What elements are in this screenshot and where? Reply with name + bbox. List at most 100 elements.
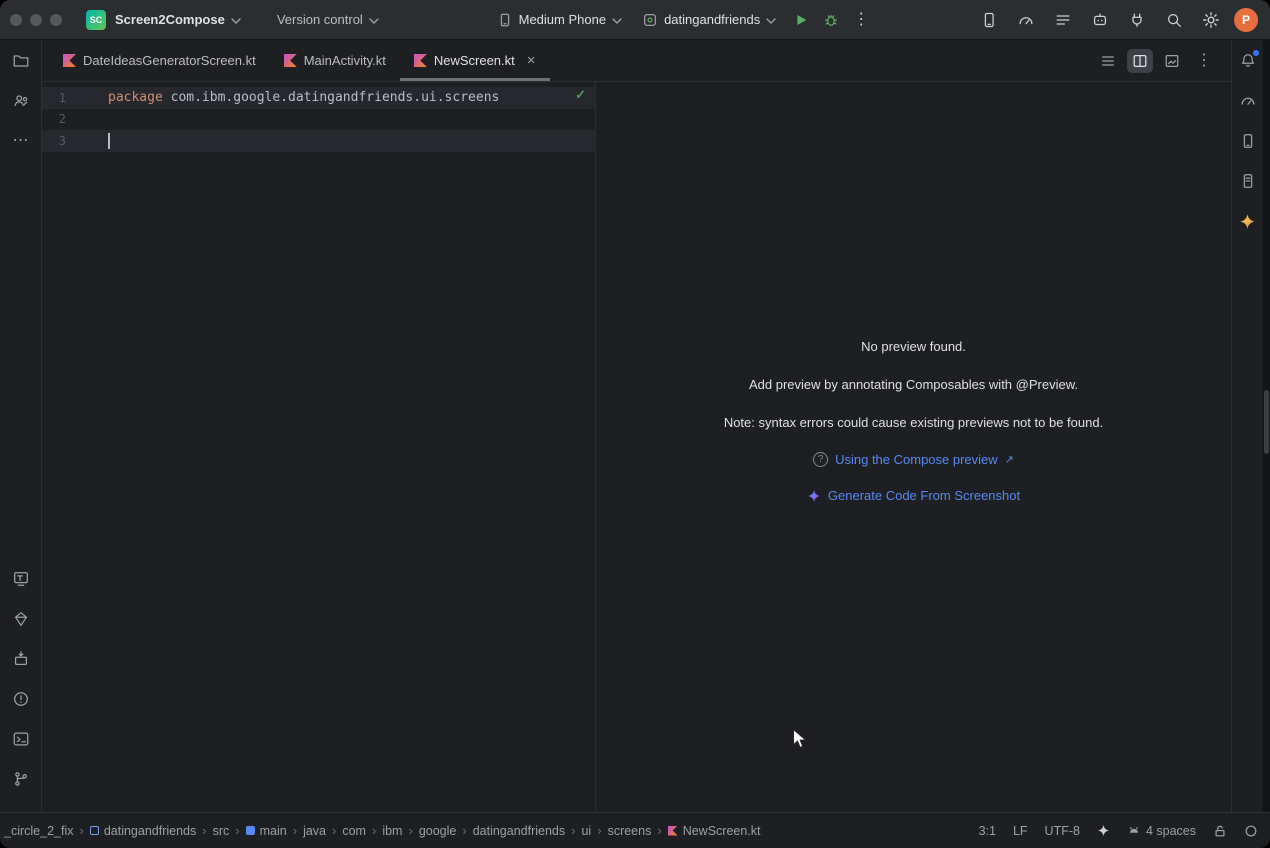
device-explorer-icon[interactable] xyxy=(1235,168,1261,194)
build-box-icon[interactable] xyxy=(8,646,34,672)
ide-window: SC Screen2Compose Version control Medium… xyxy=(0,0,1270,848)
scrollbar-thumb[interactable] xyxy=(1264,390,1269,454)
preview-empty-title: No preview found. xyxy=(596,338,1231,355)
tab-label: DateIdeasGeneratorScreen.kt xyxy=(83,53,256,68)
line-number: 1 xyxy=(42,91,66,105)
version-control-menu[interactable]: Version control xyxy=(268,7,388,32)
right-tool-stripe xyxy=(1231,40,1263,812)
line-separator-widget[interactable]: LF xyxy=(1013,824,1028,838)
chevron-separator-icon: › xyxy=(78,823,84,838)
design-view-icon[interactable] xyxy=(1159,49,1185,73)
git-branch-icon[interactable] xyxy=(8,766,34,792)
editor-view-modes: ⋮ xyxy=(1095,40,1231,81)
text-caret xyxy=(108,133,110,149)
run-button[interactable] xyxy=(787,6,815,34)
breadcrumb-item[interactable]: screens xyxy=(608,824,652,838)
code-line-current: 3 xyxy=(42,130,595,152)
kotlin-file-icon xyxy=(414,54,427,67)
editor-more-icon[interactable]: ⋮ xyxy=(1191,49,1217,73)
close-window-button[interactable] xyxy=(10,14,22,26)
preview-empty-hint: Add preview by annotating Composables wi… xyxy=(596,376,1231,393)
debug-button[interactable] xyxy=(817,6,845,34)
window-scrollbar[interactable] xyxy=(1263,40,1270,812)
encoding-widget[interactable]: UTF-8 xyxy=(1045,824,1080,838)
breadcrumb-item[interactable]: java xyxy=(303,824,326,838)
indent-widget[interactable]: 4 spaces xyxy=(1127,824,1196,838)
more-actions-button[interactable]: ⋮ xyxy=(847,6,875,34)
code-line: 1 package com.ibm.google.datingandfriend… xyxy=(42,87,595,109)
device-mirroring-icon[interactable] xyxy=(1123,6,1151,34)
status-widgets: 3:1 LF UTF-8 4 spaces xyxy=(979,824,1258,838)
maximize-window-button[interactable] xyxy=(50,14,62,26)
device-selector-label: Medium Phone xyxy=(519,12,606,27)
project-selector[interactable]: Screen2Compose xyxy=(106,7,250,32)
version-control-label: Version control xyxy=(277,12,363,27)
kotlin-file-icon xyxy=(668,826,678,836)
project-badge-icon: SC xyxy=(86,10,106,30)
running-devices-icon[interactable] xyxy=(975,6,1003,34)
chevron-down-icon xyxy=(231,18,241,24)
sparkle-icon xyxy=(807,489,821,503)
android-icon xyxy=(1127,824,1141,838)
tab-dateideasgeneratorscreen[interactable]: DateIdeasGeneratorScreen.kt xyxy=(49,40,270,81)
chevron-separator-icon: › xyxy=(461,823,467,838)
code-view-icon[interactable] xyxy=(1095,49,1121,73)
people-icon[interactable] xyxy=(8,88,34,114)
inspections-ok-icon[interactable]: ✓ xyxy=(575,87,586,103)
breadcrumb-item[interactable]: datingandfriends xyxy=(473,824,565,838)
run-configuration-selector[interactable]: datingandfriends xyxy=(633,7,785,33)
breadcrumb-item[interactable]: datingandfriends xyxy=(90,824,196,838)
breadcrumb-item[interactable]: google xyxy=(419,824,457,838)
breadcrumb-item[interactable]: _circle_2_fix xyxy=(4,824,73,838)
gemini-sparkle-icon[interactable] xyxy=(1235,208,1261,234)
device-selector[interactable]: Medium Phone xyxy=(488,7,631,33)
terminal-icon[interactable] xyxy=(8,726,34,752)
breadcrumb-item[interactable]: main xyxy=(246,824,287,838)
breadcrumb-item[interactable]: NewScreen.kt xyxy=(668,824,761,838)
project-folder-icon[interactable] xyxy=(8,48,34,74)
breadcrumb-item[interactable]: ibm xyxy=(382,824,402,838)
tab-label: NewScreen.kt xyxy=(434,53,515,68)
search-everywhere-icon[interactable] xyxy=(1160,6,1188,34)
minimize-window-button[interactable] xyxy=(30,14,42,26)
unlock-icon[interactable] xyxy=(1213,824,1227,838)
profiler-icon[interactable] xyxy=(1012,6,1040,34)
compose-preview-help-link[interactable]: Using the Compose preview xyxy=(835,452,998,467)
tab-mainactivity[interactable]: MainActivity.kt xyxy=(270,40,400,81)
status-bar: _circle_2_fix › datingandfriends › src ›… xyxy=(0,812,1270,848)
split-view-icon[interactable] xyxy=(1127,49,1153,73)
app-inspection-icon[interactable] xyxy=(1086,6,1114,34)
status-indicator-icon[interactable] xyxy=(1244,824,1258,838)
problems-icon[interactable] xyxy=(8,686,34,712)
chevron-separator-icon: › xyxy=(656,823,662,838)
breadcrumb-item[interactable]: ui xyxy=(581,824,591,838)
notifications-bell-icon[interactable] xyxy=(1235,48,1261,74)
tab-newscreen[interactable]: NewScreen.kt × xyxy=(400,40,550,81)
device-manager-icon[interactable] xyxy=(1235,128,1261,154)
module-icon xyxy=(90,826,99,835)
more-tool-windows-icon[interactable]: ⋯ xyxy=(8,128,34,154)
generate-code-from-screenshot-link[interactable]: Generate Code From Screenshot xyxy=(828,488,1020,503)
code-editor[interactable]: 1 package com.ibm.google.datingandfriend… xyxy=(42,82,596,812)
code-text: package com.ibm.google.datingandfriends.… xyxy=(108,90,499,105)
chevron-down-icon xyxy=(612,18,622,24)
gem-icon[interactable] xyxy=(8,606,34,632)
tab-label: MainActivity.kt xyxy=(304,53,386,68)
window-controls xyxy=(0,14,74,26)
titlebar: SC Screen2Compose Version control Medium… xyxy=(0,0,1270,40)
ai-sparkle-icon[interactable] xyxy=(1097,824,1110,837)
close-tab-icon[interactable]: × xyxy=(527,53,536,68)
chevron-down-icon xyxy=(369,18,379,24)
chevron-separator-icon: › xyxy=(331,823,337,838)
preview-empty-note: Note: syntax errors could cause existing… xyxy=(596,414,1231,431)
project-name: Screen2Compose xyxy=(115,12,225,27)
logcat-icon[interactable] xyxy=(1049,6,1077,34)
settings-gear-icon[interactable] xyxy=(1197,6,1225,34)
editor-tab-bar: DateIdeasGeneratorScreen.kt MainActivity… xyxy=(42,40,1231,82)
layout-validation-icon[interactable] xyxy=(8,566,34,592)
profiler-gauge-icon[interactable] xyxy=(1235,88,1261,114)
caret-position-widget[interactable]: 3:1 xyxy=(979,824,996,838)
breadcrumb-item[interactable]: src xyxy=(213,824,230,838)
user-avatar[interactable]: P xyxy=(1234,8,1258,32)
breadcrumb-item[interactable]: com xyxy=(342,824,366,838)
